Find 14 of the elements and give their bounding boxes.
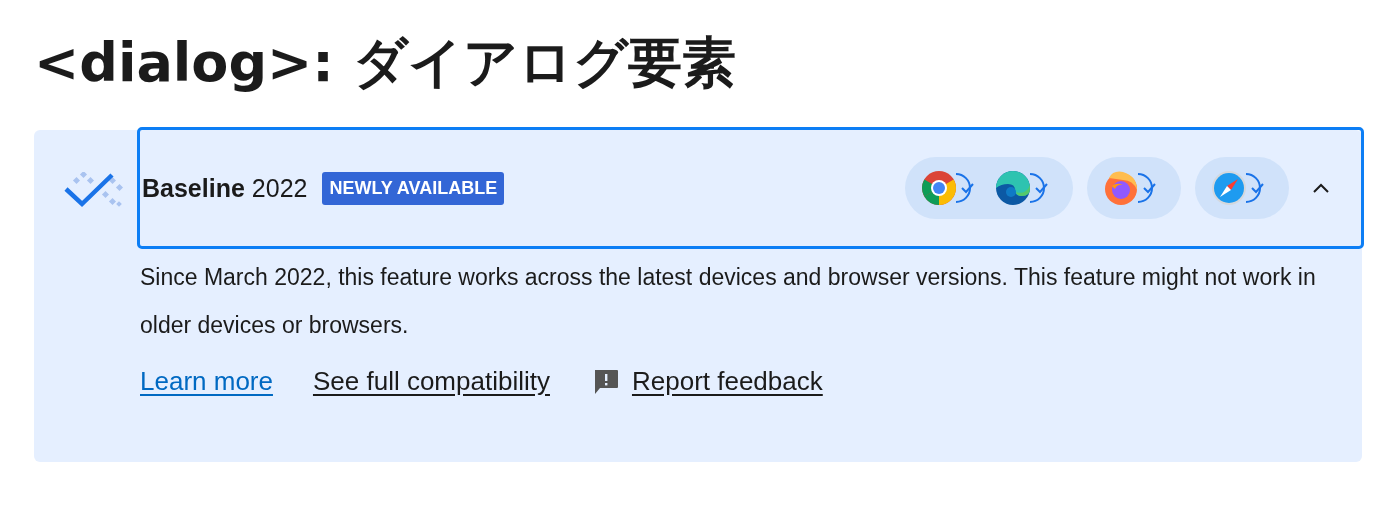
feature-description: Since March 2022, this feature works across the latest devices and browser versions. This feature might not work in older devices or browsers. bbox=[140, 263, 1317, 340]
status-badge: NEWLY AVAILABLE bbox=[322, 171, 505, 205]
page-title: <dialog>: ダイアログ要素 bbox=[34, 30, 737, 96]
browser-logo-icon bbox=[921, 170, 957, 206]
compass-icon bbox=[1211, 170, 1247, 206]
feedback-link[interactable]: Report feedback bbox=[631, 366, 823, 397]
compatibility-link[interactable]: See full compatibility bbox=[312, 366, 550, 397]
caret-icon[interactable] bbox=[1311, 182, 1331, 194]
baseline-header[interactable]: Baseline 2022 NEWLY AVAILABLE bbox=[137, 127, 1364, 249]
browser-logo-icon bbox=[1103, 170, 1139, 206]
baseline-year: 2022 bbox=[251, 173, 308, 203]
learn-more-link[interactable]: Learn more bbox=[140, 366, 273, 397]
baseline-label: Baseline bbox=[142, 173, 245, 203]
browser-logo-icon bbox=[995, 170, 1031, 206]
